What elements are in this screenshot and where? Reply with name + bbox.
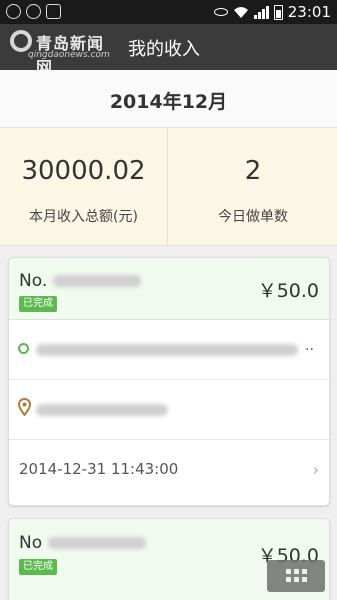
order-number-redacted — [47, 537, 146, 549]
start-address-redacted — [36, 344, 298, 356]
order-time-row[interactable]: 2014-12-31 11:43:00 › — [9, 440, 329, 505]
image-icon — [46, 4, 61, 19]
order-number-prefix: No — [19, 533, 43, 553]
signal-icon — [253, 5, 269, 19]
wifi-icon — [233, 6, 248, 18]
android-icon — [26, 4, 41, 19]
destination-row — [9, 380, 329, 440]
status-bar: 23:01 — [0, 0, 337, 24]
status-time: 23:01 — [287, 3, 331, 21]
month-bar: 2014年12月 — [0, 70, 337, 128]
order-card-header: No. 已完成 ￥50.0 — [9, 258, 329, 320]
logo-url: qingdaonews.com — [28, 50, 110, 60]
location-pin-icon — [18, 398, 31, 416]
page-title: 我的收入 — [128, 39, 200, 60]
total-income-stat: 30000.02 本月收入总额(元) — [0, 128, 168, 246]
site-logo[interactable]: 青岛新闻网 qingdaonews.com — [8, 28, 118, 77]
order-number: No — [19, 533, 146, 553]
destination-redacted — [36, 404, 168, 416]
orders-today-value: 2 — [244, 156, 262, 186]
income-summary: 30000.02 本月收入总额(元) 2 今日做单数 — [0, 128, 337, 246]
order-number-prefix: No. — [19, 271, 48, 291]
title-bar: 青岛新闻网 qingdaonews.com 我的收入 — [0, 24, 337, 77]
start-address-ellipsis: .. — [305, 338, 314, 354]
order-number: No. — [19, 271, 141, 291]
total-income-value: 30000.02 — [21, 156, 146, 186]
total-income-label: 本月收入总额(元) — [29, 209, 138, 225]
wechat-icon — [6, 4, 21, 19]
chevron-right-icon: › — [312, 460, 319, 479]
eye-icon — [213, 8, 228, 16]
orders-today-label: 今日做单数 — [218, 209, 288, 225]
order-card[interactable]: No. 已完成 ￥50.0 .. 2014-12-31 11:43:00 › — [8, 257, 330, 506]
month-label: 2014年12月 — [109, 91, 228, 113]
battery-icon — [273, 4, 283, 20]
order-number-redacted — [52, 275, 141, 287]
orders-today-stat: 2 今日做单数 — [169, 128, 337, 246]
order-amount: ￥50.0 — [257, 280, 319, 302]
status-badge: 已完成 — [19, 559, 57, 575]
order-time: 2014-12-31 11:43:00 — [19, 460, 179, 478]
start-point-icon — [18, 343, 29, 354]
grid-menu-button[interactable] — [267, 560, 325, 592]
logo-q-icon — [10, 30, 32, 52]
status-badge: 已完成 — [19, 296, 57, 312]
start-address-row: .. — [9, 320, 329, 380]
